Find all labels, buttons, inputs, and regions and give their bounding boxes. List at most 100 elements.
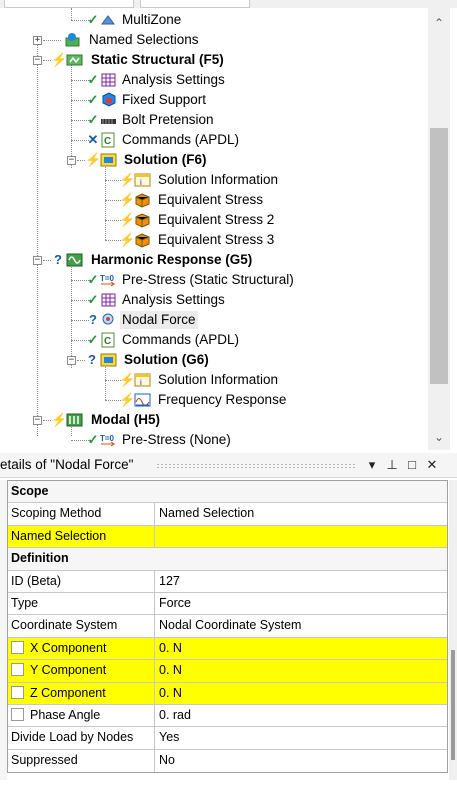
tree-item[interactable]: ⚡ i Solution Information — [0, 370, 428, 390]
analysis-settings-icon — [101, 293, 116, 307]
tree-item-label: Named Selections — [89, 32, 199, 47]
modal-icon — [66, 413, 83, 427]
property-value[interactable]: 0. rad — [155, 705, 447, 726]
property-row-divide-load-by-nodes[interactable]: Divide Load by Nodes Yes — [8, 727, 447, 750]
details-grid[interactable]: Scope Scoping Method Named Selection Nam… — [7, 480, 448, 774]
property-row-phase-angle[interactable]: Phase Angle 0. rad — [8, 704, 447, 728]
tree-item[interactable]: ⚡ Frequency Response — [0, 390, 428, 410]
details-scrollbar[interactable] — [449, 480, 457, 780]
toolbar-field-right[interactable] — [140, 0, 250, 8]
check-status-icon: ✓ — [87, 292, 99, 307]
scrollbar-thumb[interactable] — [430, 128, 448, 384]
parameter-checkbox[interactable] — [11, 663, 24, 677]
tree-item[interactable]: ✓ Bolt Pretension — [0, 110, 428, 130]
property-value[interactable] — [155, 525, 447, 548]
tree-item[interactable]: ✓ C Commands (APDL) — [0, 330, 428, 350]
property-row-scoping-method[interactable]: Scoping Method Named Selection — [8, 503, 447, 526]
property-row-z-component[interactable]: Z Component 0. N — [8, 682, 447, 705]
svg-text:i: i — [140, 178, 142, 187]
collapse-minus-icon[interactable]: − — [67, 356, 76, 365]
tree-item[interactable]: − ⚡ Solution (F6) — [0, 150, 428, 170]
parameter-checkbox[interactable] — [11, 707, 24, 721]
tree-item[interactable]: ⚡ Equivalent Stress 3 — [0, 230, 428, 250]
property-row-named-selection[interactable]: Named Selection — [8, 525, 447, 549]
svg-text:C: C — [104, 336, 111, 347]
tree-item-label: Nodal Force — [120, 311, 198, 329]
close-icon[interactable]: ✕ — [424, 456, 440, 474]
property-row-suppressed[interactable]: Suppressed No — [8, 749, 447, 773]
tree-item[interactable]: ✓ Analysis Settings — [0, 70, 428, 90]
collapse-minus-icon[interactable]: − — [33, 416, 42, 425]
pin-icon[interactable]: ⊥ — [384, 456, 400, 474]
tree-item[interactable]: ⚡ i Solution Information — [0, 170, 428, 190]
tree-item[interactable]: ✕ C Commands (APDL) — [0, 130, 428, 150]
tree-item-label: Solution Information — [158, 172, 279, 187]
check-status-icon: ✓ — [87, 112, 99, 127]
scrollbar-thumb[interactable] — [451, 650, 455, 760]
category-row-scope[interactable]: Scope — [8, 481, 447, 504]
property-row-coordinate-system[interactable]: Coordinate System Nodal Coordinate Syste… — [8, 615, 447, 638]
tree-item[interactable]: ✓ MultiZone — [0, 10, 428, 30]
property-row-y-component[interactable]: Y Component 0. N — [8, 660, 447, 683]
outline-tree[interactable]: ✓ MultiZone + Named Selections − ⚡ Stati… — [0, 8, 428, 450]
parameter-checkbox[interactable] — [11, 640, 24, 654]
tree-item[interactable]: − ? Harmonic Response (G5) — [0, 250, 428, 270]
panel-drag-grip[interactable] — [156, 463, 356, 468]
equivalent-stress-icon — [135, 193, 150, 208]
tree-item[interactable]: ✓ T=0 Pre-Stress (None) — [0, 430, 428, 450]
tree-item-label: Solution (F6) — [124, 152, 207, 167]
property-label: Named Selection — [8, 525, 155, 548]
details-panel-header: etails of "Nodal Force" ▾ ⊥ □ ✕ — [0, 453, 457, 478]
tree-item[interactable]: ⚡ Equivalent Stress — [0, 190, 428, 210]
property-row-id[interactable]: ID (Beta) 127 — [8, 570, 447, 593]
tree-item[interactable]: − ⚡ Static Structural (F5) — [0, 50, 428, 70]
bolt-status-icon: ⚡ — [119, 372, 136, 387]
tree-item[interactable]: − ⚡ Modal (H5) — [0, 410, 428, 430]
property-value[interactable]: 0. N — [155, 637, 447, 660]
tree-item[interactable]: ✓ Fixed Support — [0, 90, 428, 110]
collapse-minus-icon[interactable]: − — [33, 56, 42, 65]
maximize-icon[interactable]: □ — [404, 456, 420, 474]
toolbar-field-left[interactable] — [4, 0, 134, 8]
tree-item[interactable]: ⚡ Equivalent Stress 2 — [0, 210, 428, 230]
property-value[interactable]: No — [155, 750, 447, 772]
check-status-icon: ✓ — [87, 432, 99, 447]
scroll-down-arrow-icon[interactable]: ⌄ — [428, 428, 450, 446]
tree-scrollbar[interactable]: ⌃ ⌄ — [428, 8, 450, 450]
property-value[interactable]: 0. N — [155, 660, 447, 682]
property-value[interactable]: Named Selection — [155, 503, 447, 524]
property-value[interactable]: 127 — [155, 571, 447, 592]
svg-text:C: C — [104, 136, 111, 147]
expand-plus-icon[interactable]: + — [33, 36, 42, 45]
property-value[interactable]: Force — [155, 593, 447, 614]
property-label: Y Component — [30, 663, 107, 678]
tree-item[interactable]: − ? Solution (G6) — [0, 350, 428, 370]
property-value[interactable]: Nodal Coordinate System — [155, 615, 447, 636]
bolt-status-icon: ⚡ — [119, 192, 136, 207]
category-label: Definition — [11, 551, 69, 566]
tree-item-label: Pre-Stress (None) — [122, 432, 231, 447]
tree-item-label: Commands (APDL) — [122, 332, 240, 347]
property-row-type[interactable]: Type Force — [8, 592, 447, 616]
bolt-status-icon: ⚡ — [119, 212, 136, 227]
property-value[interactable]: Yes — [155, 727, 447, 748]
tree-item[interactable]: ✓ T=0 Pre-Stress (Static Structural) — [0, 270, 428, 290]
collapse-minus-icon[interactable]: − — [33, 256, 42, 265]
x-status-icon: ✕ — [87, 132, 99, 147]
tree-item[interactable]: ✓ Analysis Settings — [0, 290, 428, 310]
check-status-icon: ✓ — [87, 332, 99, 347]
property-value[interactable]: 0. N — [155, 682, 447, 704]
tree-item-selected[interactable]: ? Nodal Force — [0, 310, 428, 330]
property-label: Divide Load by Nodes — [8, 727, 155, 749]
dropdown-arrow-icon[interactable]: ▾ — [364, 456, 380, 474]
parameter-checkbox[interactable] — [11, 685, 24, 699]
tree-item[interactable]: + Named Selections — [0, 30, 428, 50]
tree-item-label: Equivalent Stress — [158, 192, 264, 207]
tree-item-label: Equivalent Stress 3 — [158, 232, 275, 247]
tree-item-label: Modal (H5) — [91, 412, 160, 427]
collapse-minus-icon[interactable]: − — [67, 156, 76, 165]
property-row-x-component[interactable]: X Component 0. N — [8, 637, 447, 661]
equivalent-stress-icon — [135, 233, 150, 248]
scroll-up-arrow-icon[interactable]: ⌃ — [428, 14, 450, 32]
category-row-definition[interactable]: Definition — [8, 548, 447, 571]
